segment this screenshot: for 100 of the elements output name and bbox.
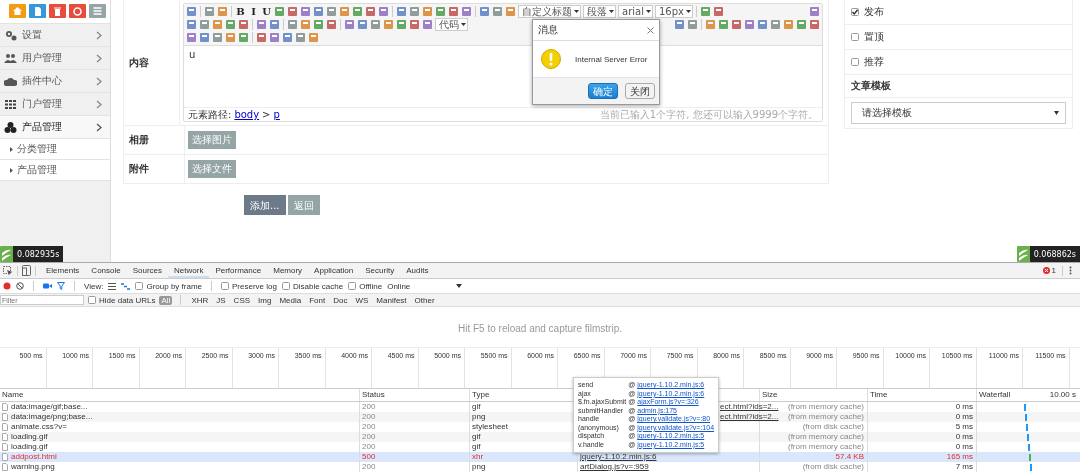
- tool-icon[interactable]: [256, 32, 267, 43]
- submenu-item[interactable]: 产品管理: [0, 160, 110, 181]
- tool-icon[interactable]: [357, 19, 368, 30]
- devtools-tab[interactable]: Security: [359, 263, 401, 278]
- devtools-tab[interactable]: Network: [168, 263, 210, 278]
- checkbox[interactable]: [851, 33, 859, 41]
- tool-icon[interactable]: [422, 19, 433, 30]
- table-row[interactable]: addpost.html 500 xhr jquery-1.10.2.min.js:6 57.4 KB 165 ms: [0, 452, 1080, 462]
- type-filter[interactable]: JS: [214, 295, 228, 305]
- trash-button[interactable]: [49, 4, 66, 18]
- request-name[interactable]: addpost.html: [11, 452, 57, 462]
- list-view-icon[interactable]: [108, 282, 117, 290]
- editor-dropdown[interactable]: 代码: [435, 18, 468, 31]
- path-link[interactable]: p: [273, 109, 280, 120]
- tool-icon[interactable]: [225, 32, 236, 43]
- checkbox[interactable]: [135, 282, 144, 290]
- sidebar-item[interactable]: 插件中心: [0, 70, 110, 93]
- tool-icon[interactable]: [448, 6, 459, 17]
- initiator-link[interactable]: ect.html?ids=2...: [720, 412, 779, 422]
- list-button[interactable]: [89, 4, 106, 18]
- request-name[interactable]: data:image/png;base...: [11, 412, 93, 422]
- tool-icon[interactable]: [718, 19, 729, 30]
- format-button[interactable]: I: [248, 6, 259, 17]
- tool-icon[interactable]: [212, 19, 223, 30]
- checkbox[interactable]: [348, 282, 357, 290]
- type-filter[interactable]: Media: [277, 295, 304, 305]
- tool-icon[interactable]: [492, 6, 503, 17]
- tool-icon[interactable]: [300, 6, 311, 17]
- tool-icon[interactable]: [744, 19, 755, 30]
- checkbox[interactable]: [88, 296, 96, 304]
- tool-icon[interactable]: [712, 6, 724, 17]
- tool-icon[interactable]: [300, 19, 311, 30]
- tool-icon[interactable]: [326, 19, 337, 30]
- checkbox[interactable]: [281, 282, 290, 290]
- tool-icon[interactable]: [238, 19, 249, 30]
- type-filter[interactable]: Other: [412, 295, 437, 305]
- tool-icon[interactable]: [409, 19, 420, 30]
- tool-icon[interactable]: [339, 6, 350, 17]
- tool-icon[interactable]: [313, 6, 324, 17]
- tool-icon[interactable]: [212, 32, 223, 43]
- devtools-tab[interactable]: Console: [85, 263, 127, 278]
- tool-icon[interactable]: [770, 19, 781, 30]
- tool-icon[interactable]: [370, 19, 381, 30]
- devtools-tab[interactable]: Elements: [40, 263, 86, 278]
- tool-icon[interactable]: [287, 6, 298, 17]
- tool-icon[interactable]: [687, 19, 698, 30]
- tool-icon[interactable]: [256, 19, 267, 30]
- format-button[interactable]: B: [235, 6, 246, 17]
- sidebar-item[interactable]: 用户管理: [0, 47, 110, 70]
- tool-icon[interactable]: [699, 6, 711, 17]
- tool-icon[interactable]: [186, 32, 197, 43]
- tool-icon[interactable]: [396, 19, 407, 30]
- type-filter[interactable]: XHR: [189, 295, 211, 305]
- tool-icon[interactable]: [409, 6, 420, 17]
- devtools-tab[interactable]: Application: [308, 263, 360, 278]
- clear-icon[interactable]: [16, 282, 24, 290]
- column-header[interactable]: Name: [2, 390, 24, 400]
- filter-icon[interactable]: [57, 282, 65, 290]
- add-button[interactable]: 添加...: [244, 195, 286, 215]
- close-icon[interactable]: [647, 26, 654, 34]
- format-button[interactable]: U: [261, 6, 272, 17]
- tool-icon[interactable]: [186, 6, 197, 17]
- tool-icon[interactable]: [225, 19, 236, 30]
- editor-dropdown[interactable]: 自定义标题: [518, 5, 581, 18]
- tool-icon[interactable]: [479, 6, 490, 17]
- checkbox[interactable]: [851, 58, 859, 66]
- throttle-select[interactable]: Online: [387, 281, 463, 291]
- request-name[interactable]: data:image/gif;base...: [11, 402, 88, 412]
- tool-icon[interactable]: [365, 6, 376, 17]
- confirm-button[interactable]: 确定: [588, 83, 618, 99]
- initiator-link[interactable]: artDialog.js?v=:959: [580, 462, 649, 472]
- type-filter[interactable]: Manifest: [374, 295, 409, 305]
- type-filter[interactable]: Doc: [331, 295, 350, 305]
- tool-icon[interactable]: [352, 6, 363, 17]
- recycle-button[interactable]: [69, 4, 86, 18]
- column-header[interactable]: Waterfall: [979, 390, 1011, 400]
- tool-icon[interactable]: [422, 6, 433, 17]
- path-link[interactable]: body: [234, 109, 260, 120]
- tool-icon[interactable]: [461, 6, 472, 17]
- sidebar-item[interactable]: 设置: [0, 24, 110, 47]
- tool-icon[interactable]: [287, 19, 298, 30]
- tool-icon[interactable]: [505, 6, 516, 17]
- tool-icon[interactable]: [199, 19, 210, 30]
- column-header[interactable]: Size: [762, 390, 778, 400]
- tool-icon[interactable]: [274, 6, 285, 17]
- tool-icon[interactable]: [674, 19, 685, 30]
- tool-icon[interactable]: [204, 6, 215, 17]
- devtools-tab[interactable]: Audits: [400, 263, 435, 278]
- template-select[interactable]: 请选择模板: [851, 102, 1066, 124]
- request-name[interactable]: animate.css?v=: [11, 422, 67, 432]
- editor-dropdown[interactable]: arial: [618, 5, 653, 18]
- tool-icon[interactable]: [308, 32, 319, 43]
- tool-icon[interactable]: [282, 32, 293, 43]
- tool-icon[interactable]: [295, 32, 306, 43]
- tool-icon[interactable]: [344, 19, 355, 30]
- column-header[interactable]: Time: [870, 390, 888, 400]
- editor-dropdown[interactable]: 16px: [654, 5, 693, 18]
- request-name[interactable]: loading.gif: [11, 442, 48, 452]
- editor-dropdown[interactable]: 段落: [583, 5, 616, 18]
- request-name[interactable]: warning.png: [11, 462, 55, 472]
